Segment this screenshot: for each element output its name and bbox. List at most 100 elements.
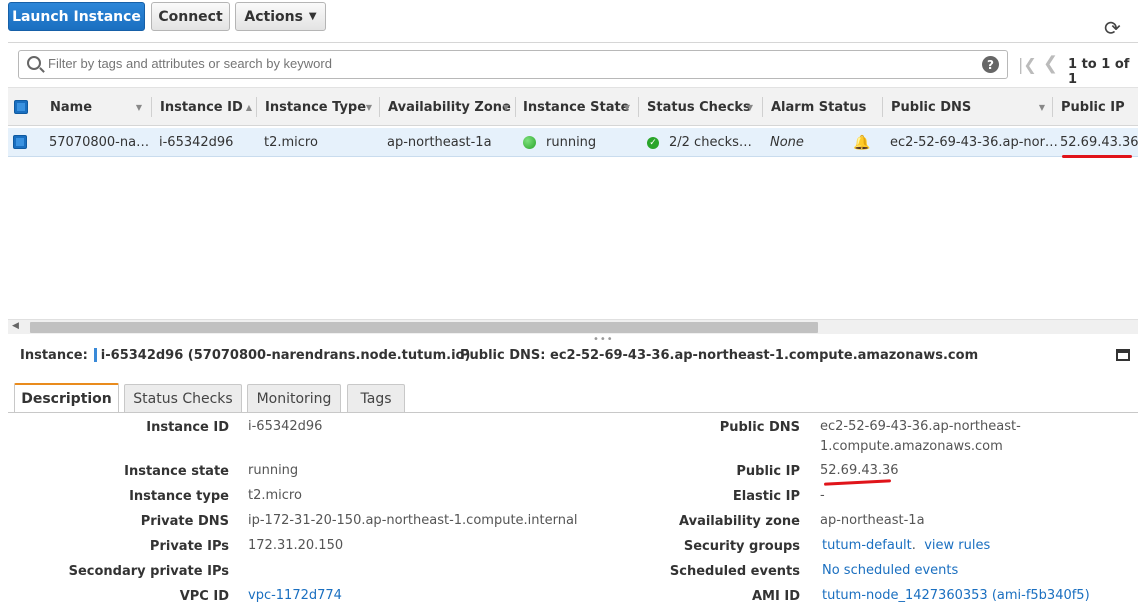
instance-summary-value: i-65342d96 (57070800-narendrans.node.tut…	[100, 347, 471, 363]
cell-instance-state: running	[523, 128, 596, 157]
tab-tags[interactable]: Tags	[347, 384, 405, 413]
value-availability-zone: ap-northeast-1a	[820, 513, 925, 528]
search-input[interactable]	[48, 56, 968, 71]
security-group-separator: .	[911, 538, 916, 553]
header-status-checks[interactable]: Status Checks ▼	[647, 88, 759, 126]
header-alarm-status-label: Alarm Status	[771, 99, 867, 115]
header-name[interactable]: Name ▼	[50, 88, 148, 126]
connect-button[interactable]: Connect	[151, 2, 230, 31]
label-private-ips: Private IPs	[149, 539, 229, 554]
header-availability-zone-label: Availability Zone	[388, 99, 511, 115]
panel-splitter-handle[interactable]: •••	[593, 334, 614, 345]
sort-icon: ▼	[623, 102, 630, 112]
help-icon[interactable]: ?	[982, 56, 999, 73]
label-instance-state: Instance state	[124, 464, 229, 479]
sort-icon: ▼	[746, 102, 753, 112]
header-instance-id[interactable]: Instance ID ▲	[160, 88, 258, 126]
security-group-link[interactable]: tutum-default	[822, 538, 912, 553]
tab-status-checks[interactable]: Status Checks	[124, 384, 242, 413]
vpc-id-link[interactable]: vpc-1172d774	[248, 588, 342, 603]
column-divider	[515, 97, 516, 117]
first-page-icon[interactable]: |❮	[1018, 55, 1037, 74]
running-status-icon	[523, 136, 536, 149]
label-public-ip: Public IP	[736, 464, 800, 479]
label-scheduled-events: Scheduled events	[669, 564, 800, 579]
cell-public-ip: 52.69.43.36	[1060, 135, 1138, 150]
cell-instance-type: t2.micro	[264, 135, 318, 150]
cell-instance-id: i-65342d96	[159, 135, 234, 150]
column-divider	[379, 97, 380, 117]
table-row[interactable]: 57070800-na… i-65342d96 t2.micro ap-nort…	[8, 128, 1138, 157]
header-name-label: Name	[50, 99, 93, 115]
value-vpc-id[interactable]: vpc-1172d774	[248, 586, 342, 606]
value-private-ips: 172.31.20.150	[248, 538, 344, 553]
value-instance-state: running	[248, 463, 299, 478]
search-bar[interactable]: ?	[18, 50, 1008, 79]
toolbar-divider	[8, 42, 1138, 43]
header-instance-type-label: Instance Type	[265, 99, 367, 115]
pager-text: 1 to 1 of 1	[1068, 57, 1130, 87]
label-secondary-private-ips: Secondary private IPs	[68, 564, 229, 579]
header-instance-state[interactable]: Instance State ▼	[523, 88, 636, 126]
maximize-panel-icon[interactable]	[1116, 349, 1130, 361]
prev-page-icon[interactable]: ❮	[1043, 53, 1058, 74]
select-all-checkbox[interactable]	[14, 100, 28, 114]
header-public-ip-label: Public IP	[1061, 99, 1125, 115]
instance-summary: Instance: i-65342d96 (57070800-narendran…	[20, 345, 470, 365]
sort-icon: ▼	[365, 102, 372, 112]
header-public-dns-label: Public DNS	[891, 99, 972, 115]
header-instance-type[interactable]: Instance Type ▼	[265, 88, 378, 126]
column-divider	[882, 97, 883, 117]
column-divider	[1052, 97, 1053, 117]
cell-name: 57070800-na…	[49, 135, 150, 150]
label-security-groups: Security groups	[683, 539, 800, 554]
check-passed-icon: ✓	[647, 136, 659, 149]
ami-id-link[interactable]: tutum-node_1427360353 (ami-f5b340f5)	[822, 588, 1090, 603]
status-checks-text: 2/2 checks…	[669, 135, 752, 150]
instance-color-bar	[93, 348, 97, 362]
row-checkbox[interactable]	[13, 135, 27, 149]
header-instance-state-label: Instance State	[523, 99, 630, 115]
label-availability-zone: Availability zone	[679, 514, 800, 529]
header-alarm-status[interactable]: Alarm Status	[771, 88, 881, 126]
tabs-divider	[8, 412, 1138, 413]
value-security-groups: tutum-default. view rules	[822, 536, 990, 556]
column-divider	[256, 97, 257, 117]
table-header: Name ▼ Instance ID ▲ Instance Type ▼ Availa…	[8, 87, 1138, 126]
sort-icon: ▼	[135, 102, 142, 112]
cell-status-checks: ✓ 2/2 checks…	[647, 128, 752, 157]
actions-label: Actions	[244, 8, 303, 25]
header-instance-id-label: Instance ID	[160, 99, 243, 115]
header-public-ip[interactable]: Public IP	[1061, 88, 1136, 126]
value-ami-id[interactable]: tutum-node_1427360353 (ami-f5b340f5)	[822, 586, 1090, 606]
instance-state-text: running	[546, 135, 597, 150]
scheduled-events-link[interactable]: No scheduled events	[822, 563, 958, 578]
column-divider	[151, 97, 152, 117]
annotation-underline	[1062, 155, 1132, 158]
label-elastic-ip: Elastic IP	[732, 489, 800, 504]
refresh-icon[interactable]: ⟳	[1104, 16, 1121, 40]
scrollbar-thumb[interactable]	[30, 322, 818, 333]
value-elastic-ip: -	[820, 488, 825, 503]
label-vpc-id: VPC ID	[179, 589, 229, 604]
header-public-dns[interactable]: Public DNS ▼	[891, 88, 1051, 126]
column-divider	[638, 97, 639, 117]
connect-label: Connect	[158, 8, 223, 25]
actions-button[interactable]: Actions ▼	[235, 2, 326, 31]
horizontal-scrollbar[interactable]: ◀	[8, 319, 1138, 334]
value-instance-type: t2.micro	[248, 488, 302, 503]
value-scheduled-events[interactable]: No scheduled events	[822, 561, 958, 581]
tab-description[interactable]: Description	[14, 383, 119, 413]
value-public-dns-line2: 1.compute.amazonaws.com	[820, 439, 1003, 454]
top-toolbar: Launch Instance Connect Actions ▼ ⟳	[0, 0, 1138, 40]
add-alarm-icon[interactable]: 🔔	[853, 128, 870, 157]
header-availability-zone[interactable]: Availability Zone ▼	[388, 88, 515, 126]
label-instance-id: Instance ID	[146, 420, 229, 435]
cell-alarm-status: None	[770, 135, 804, 150]
scroll-left-icon[interactable]: ◀	[12, 321, 19, 331]
launch-instance-button[interactable]: Launch Instance	[8, 2, 145, 31]
value-private-dns: ip-172-31-20-150.ap-northeast-1.compute.…	[248, 513, 578, 528]
tab-monitoring[interactable]: Monitoring	[247, 384, 341, 413]
view-rules-link[interactable]: view rules	[924, 538, 990, 553]
cell-availability-zone: ap-northeast-1a	[387, 135, 492, 150]
